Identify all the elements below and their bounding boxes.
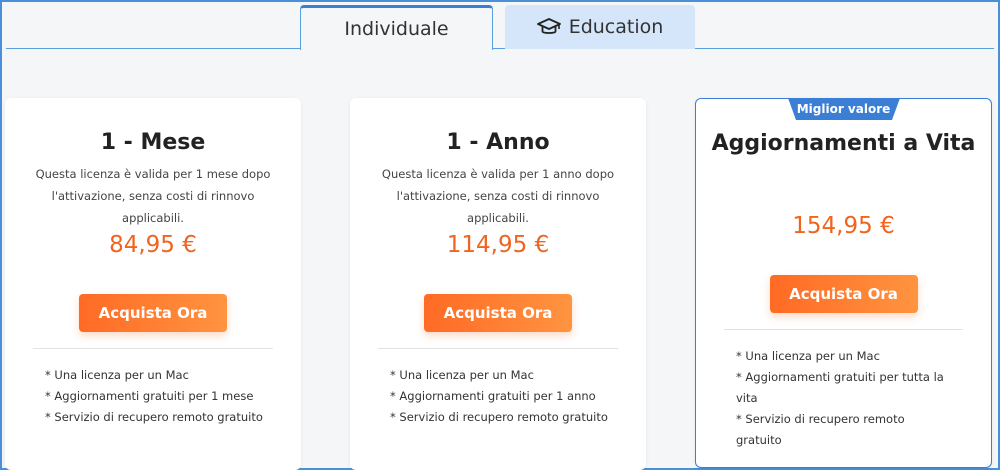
tab-education[interactable]: Education <box>505 5 695 49</box>
plan-title: Aggiornamenti a Vita <box>711 131 976 156</box>
plan-title: 1 - Anno <box>446 130 550 155</box>
feature-item: * Servizio di recupero remoto gratuito <box>736 412 905 447</box>
tabs-baseline <box>6 48 994 49</box>
plan-price: 84,95 € <box>109 232 197 258</box>
buy-now-button[interactable]: Acquista Ora <box>424 294 572 332</box>
feature-item: vita <box>736 391 758 405</box>
plan-description: Questa licenza è valida per 1 mese dopo … <box>22 163 284 229</box>
plan-card-lifetime: Miglior valore Aggiornamenti a Vita 154,… <box>695 98 992 468</box>
buy-now-button[interactable]: Acquista Ora <box>79 294 227 332</box>
plan-price: 154,95 € <box>792 213 895 239</box>
divider <box>33 348 273 349</box>
plan-description-line: Questa licenza è valida per 1 anno dopo <box>381 167 615 181</box>
feature-item: * Una licenza per un Mac <box>45 368 189 382</box>
feature-item: * Una licenza per un Mac <box>390 368 534 382</box>
feature-item: * Aggiornamenti gratuiti per 1 mese <box>45 389 254 403</box>
feature-item: * Servizio di recupero remoto gratuito <box>390 410 608 424</box>
feature-item: * Aggiornamenti gratuiti per tutta la <box>736 370 944 384</box>
plan-card-yearly: 1 - Anno Questa licenza è valida per 1 a… <box>350 98 646 470</box>
divider <box>378 348 618 349</box>
plan-price: 114,95 € <box>446 232 550 258</box>
plan-description-line: Questa licenza è valida per 1 mese dopo <box>35 167 271 181</box>
feature-item: * Una licenza per un Mac <box>736 349 880 363</box>
graduation-cap-icon <box>536 17 561 37</box>
feature-list: * Una licenza per un Mac * Aggiornamenti… <box>390 365 626 428</box>
tab-education-label: Education <box>568 16 664 38</box>
best-value-badge: Miglior valore <box>787 98 900 120</box>
plan-title: 1 - Mese <box>100 130 206 155</box>
tab-individuale-label: Individuale <box>344 18 449 40</box>
plan-description: Questa licenza è valida per 1 anno dopo … <box>367 163 629 229</box>
plan-description-line: l'attivazione, senza costi di rinnovo ap… <box>51 189 255 225</box>
plan-card-monthly: 1 - Mese Questa licenza è valida per 1 m… <box>5 98 301 470</box>
feature-list: * Una licenza per un Mac * Aggiornamenti… <box>736 346 951 451</box>
feature-item: * Aggiornamenti gratuiti per 1 anno <box>390 389 596 403</box>
plan-description-line: l'attivazione, senza costi di rinnovo ap… <box>396 189 600 225</box>
best-value-badge-label: Miglior valore <box>796 102 891 116</box>
buy-now-button[interactable]: Acquista Ora <box>769 275 918 313</box>
feature-item: * Servizio di recupero remoto gratuito <box>45 410 263 424</box>
tab-individuale[interactable]: Individuale <box>300 5 493 50</box>
divider <box>724 329 963 330</box>
feature-list: * Una licenza per un Mac * Aggiornamenti… <box>45 365 281 428</box>
